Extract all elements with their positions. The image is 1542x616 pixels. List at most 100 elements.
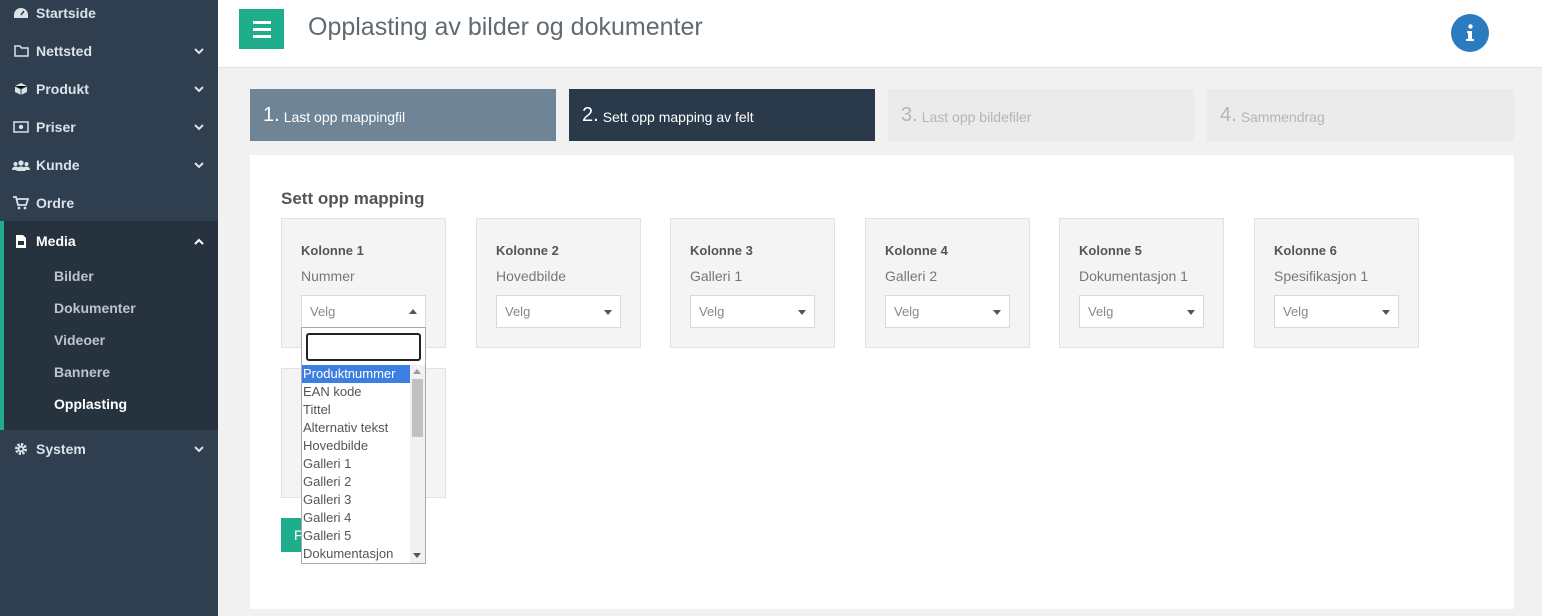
hamburger-icon (252, 20, 271, 24)
column-mapping-box: Kolonne 5 Dokumentasjon 1 Velg (1059, 218, 1224, 348)
step-label: Sett opp mapping av felt (602, 109, 754, 125)
chevron-down-icon (192, 120, 206, 134)
section-title: Sett opp mapping (281, 189, 425, 208)
step-label: Last opp mappingfil (283, 109, 406, 125)
dropdown-option[interactable]: Galleri 3 (302, 491, 410, 509)
column-select[interactable]: Velg (885, 295, 1010, 328)
step-1[interactable]: 1. Last opp mappingfil (250, 89, 556, 141)
cart-icon (12, 195, 30, 211)
dropdown-option[interactable]: Alternativ tekst (302, 419, 410, 437)
caret-down-icon (993, 310, 1001, 315)
select-value: Velg (699, 304, 725, 319)
sidebar-item-startside[interactable]: Startside (0, 0, 218, 32)
sidebar-subitem-bannere[interactable]: Bannere (54, 364, 110, 380)
step-number: 4. (1220, 103, 1237, 126)
sidebar-subitem-videoer[interactable]: Videoer (54, 332, 105, 348)
dropdown-option[interactable]: Galleri 5 (302, 527, 410, 545)
info-icon (1466, 24, 1474, 41)
dropdown-option[interactable]: EAN kode (302, 383, 410, 401)
column-header: Kolonne 3 (690, 243, 753, 258)
chevron-down-icon (192, 44, 206, 58)
sidebar-item-label: Startside (36, 5, 96, 21)
sidebar-item-kunde[interactable]: Kunde (0, 146, 218, 184)
select-dropdown: Produktnummer EAN kode Tittel Alternativ… (301, 327, 426, 564)
sidebar-item-system[interactable]: System (0, 430, 218, 468)
sidebar-item-priser[interactable]: Priser (0, 108, 218, 146)
chevron-down-icon (192, 158, 206, 172)
select-value: Velg (505, 304, 531, 319)
dropdown-option[interactable]: Tittel (302, 401, 410, 419)
sidebar-item-label: Ordre (36, 195, 75, 211)
chevron-up-icon (192, 234, 206, 248)
scroll-up-icon[interactable] (413, 369, 421, 374)
column-select[interactable]: Velg (1079, 295, 1204, 328)
sidebar-subitem-bilder[interactable]: Bilder (54, 268, 94, 284)
dropdown-option[interactable]: Dokumentasjon (302, 545, 410, 563)
step-label: Sammendrag (1240, 109, 1325, 125)
menu-toggle-button[interactable] (239, 9, 284, 49)
column-header: Kolonne 2 (496, 243, 559, 258)
sidebar-subitem-opplasting[interactable]: Opplasting (54, 396, 127, 412)
select-value: Velg (1283, 304, 1309, 319)
sidebar: Startside Nettsted Produkt Priser Kunde (0, 0, 218, 616)
select-value: Velg (1088, 304, 1114, 319)
step-3: 3. Last opp bildefiler (888, 89, 1194, 141)
sidebar-item-ordre[interactable]: Ordre (0, 184, 218, 222)
sidebar-item-label: Produkt (36, 81, 89, 97)
sidebar-subitem-dokumenter[interactable]: Dokumenter (54, 300, 136, 316)
column-header: Kolonne 5 (1079, 243, 1142, 258)
info-button[interactable] (1451, 14, 1489, 52)
dropdown-option[interactable]: Produktnummer (302, 365, 410, 383)
column-header: Kolonne 1 (301, 243, 364, 258)
column-select[interactable]: Velg (301, 295, 426, 328)
caret-up-icon (409, 309, 417, 314)
dropdown-search-input[interactable] (306, 333, 421, 361)
scrollbar-thumb[interactable] (412, 379, 423, 437)
column-field-name: Nummer (301, 268, 355, 284)
file-image-icon (12, 233, 30, 249)
page-title: Opplasting av bilder og dokumenter (308, 13, 703, 41)
step-number: 2. (582, 103, 599, 126)
caret-down-icon (604, 310, 612, 315)
column-select[interactable]: Velg (690, 295, 815, 328)
column-mapping-box: Kolonne 4 Galleri 2 Velg (865, 218, 1030, 348)
sidebar-item-media[interactable]: Media (0, 222, 218, 260)
dropdown-option[interactable]: Galleri 2 (302, 473, 410, 491)
sidebar-item-nettsted[interactable]: Nettsted (0, 32, 218, 70)
column-header: Kolonne 6 (1274, 243, 1337, 258)
caret-down-icon (1382, 310, 1390, 315)
select-value: Velg (894, 304, 920, 319)
sidebar-item-label: Media (36, 233, 76, 249)
dropdown-options: Produktnummer EAN kode Tittel Alternativ… (302, 365, 410, 563)
column-select[interactable]: Velg (496, 295, 621, 328)
caret-down-icon (1187, 310, 1195, 315)
top-header: Opplasting av bilder og dokumenter (218, 0, 1542, 68)
cube-icon (12, 81, 30, 97)
column-header: Kolonne 4 (885, 243, 948, 258)
step-4: 4. Sammendrag (1207, 89, 1514, 141)
chevron-down-icon (192, 82, 206, 96)
dropdown-scrollbar[interactable] (410, 365, 425, 563)
column-field-name: Hovedbilde (496, 268, 567, 284)
column-field-name: Dokumentasjon 1 (1079, 268, 1188, 284)
column-mapping-box: Kolonne 2 Hovedbilde Velg (476, 218, 641, 348)
dropdown-option[interactable]: Hovedbilde (302, 437, 410, 455)
step-label: Last opp bildefiler (921, 109, 1032, 125)
chevron-down-icon (192, 442, 206, 456)
column-field-name: Galleri 2 (885, 268, 938, 284)
users-icon (12, 157, 30, 173)
gear-icon (12, 441, 30, 457)
dropdown-option[interactable]: Galleri 4 (302, 509, 410, 527)
dropdown-option[interactable]: Galleri 1 (302, 455, 410, 473)
sidebar-item-label: Nettsted (36, 43, 93, 59)
scroll-down-icon[interactable] (413, 553, 421, 558)
step-number: 3. (901, 103, 918, 126)
sidebar-item-label: Kunde (36, 157, 80, 173)
column-select[interactable]: Velg (1274, 295, 1399, 328)
column-field-name: Spesifikasjon 1 (1274, 268, 1369, 284)
select-value: Velg (310, 304, 336, 319)
sidebar-item-label: System (36, 441, 86, 457)
step-2[interactable]: 2. Sett opp mapping av felt (569, 89, 875, 141)
column-mapping-box: Kolonne 6 Spesifikasjon 1 Velg (1254, 218, 1419, 348)
sidebar-item-produkt[interactable]: Produkt (0, 70, 218, 108)
